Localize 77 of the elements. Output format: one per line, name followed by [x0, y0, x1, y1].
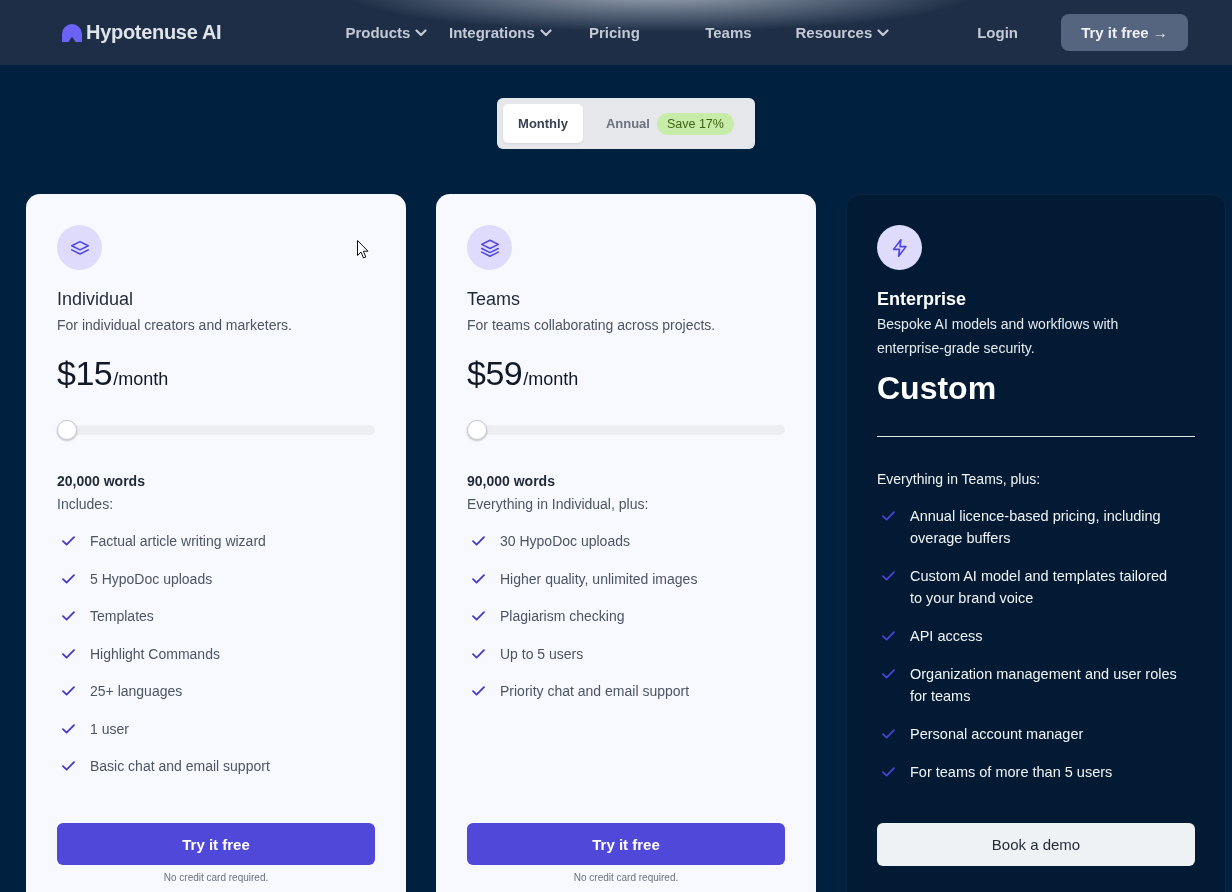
feature-text: Higher quality, unlimited images — [500, 569, 698, 589]
check-icon — [62, 573, 75, 584]
feature-text: 1 user — [90, 719, 129, 739]
login-link[interactable]: Login — [977, 24, 1018, 41]
feature-text: Plagiarism checking — [500, 607, 625, 626]
layers-icon — [57, 225, 102, 270]
slider-track[interactable] — [57, 420, 375, 440]
check-icon — [62, 611, 75, 621]
plan-price: $59 — [467, 354, 523, 392]
check-icon — [882, 631, 895, 641]
word-allowance: 20,000 words — [57, 472, 146, 491]
plan-name: Teams — [467, 288, 521, 311]
plan-name: Individual — [57, 288, 135, 311]
nav-link[interactable]: Pricing — [557, 24, 672, 41]
check-icon — [62, 723, 75, 734]
plan-description: For individual creators and marketers. — [57, 316, 293, 335]
check-icon — [62, 761, 75, 771]
check-icon — [882, 571, 895, 581]
nav-link[interactable]: Integrations — [443, 24, 558, 41]
nav-link[interactable]: Products — [329, 24, 444, 41]
slider-track[interactable] — [467, 420, 785, 440]
feature-text: API access — [910, 627, 983, 646]
logo-icon — [62, 23, 82, 42]
check-icon — [472, 573, 485, 584]
discount-badge: Save 17% — [656, 112, 734, 135]
plan-button[interactable]: Try it free — [57, 823, 375, 865]
feature-text: Annual licence-based pricing, including overage buffers — [910, 507, 1162, 548]
check-icon — [62, 648, 75, 659]
plan-description: Bespoke AI models and workflows with enterprise-grade security. — [877, 315, 1120, 358]
word-allowance: 90,000 words — [467, 472, 556, 491]
check-icon — [472, 536, 485, 546]
check-icon — [472, 686, 485, 696]
feature-text: Up to 5 users — [500, 644, 584, 664]
check-icon — [472, 611, 485, 621]
feature-text: Factual article writing wizard — [90, 532, 266, 551]
plan-description: For teams collaborating across projects. — [467, 316, 717, 335]
check-icon — [882, 511, 895, 521]
check-icon — [882, 729, 895, 739]
feature-text: Organization management and user roles for teams — [910, 665, 1178, 706]
billing-option[interactable]: Monthly — [503, 104, 583, 143]
slider-thumb[interactable] — [57, 420, 77, 440]
plan-price: Custom — [877, 369, 998, 408]
nav-link[interactable]: Resources — [785, 24, 900, 41]
check-icon — [62, 536, 75, 546]
plan-price: $15 — [57, 354, 113, 392]
includes-label: Everything in Teams, plus: — [877, 470, 1042, 489]
check-icon — [472, 648, 485, 659]
feature-text: 25+ languages — [90, 682, 183, 701]
plan-name: Enterprise — [877, 288, 968, 311]
try-free-button[interactable]: Try it free → — [1061, 14, 1188, 51]
feature-text: Highlight Commands — [90, 644, 220, 664]
feature-text: Priority chat and email support — [500, 682, 690, 701]
brand-name[interactable]: Hypotenuse AI — [86, 21, 222, 44]
price-period: /month — [523, 369, 579, 389]
no-card-note: No credit card required. — [162, 871, 270, 885]
billing-option[interactable]: Annual Save 17% — [590, 104, 749, 143]
no-card-note: No credit card required. — [572, 871, 680, 885]
feature-text: Personal account manager — [910, 725, 1084, 744]
feature-text: Templates — [90, 607, 154, 626]
layers-icon — [467, 225, 512, 270]
feature-text: Basic chat and email support — [90, 757, 270, 776]
feature-text: 5 HypoDoc uploads — [90, 569, 213, 589]
feature-text: For teams of more than 5 users — [910, 763, 1113, 782]
check-icon — [882, 767, 895, 777]
nav-link[interactable]: Teams — [671, 24, 786, 41]
includes-label: Everything in Individual, plus: — [467, 495, 650, 514]
check-icon — [882, 669, 895, 679]
slider-thumb[interactable] — [467, 420, 487, 440]
mouse-pointer-icon — [357, 240, 369, 259]
check-icon — [62, 686, 75, 696]
lightning-bolt-icon — [877, 225, 922, 270]
feature-text: 30 HypoDoc uploads — [500, 532, 630, 551]
plan-button[interactable]: Try it free — [467, 823, 785, 865]
price-period: /month — [113, 369, 169, 389]
includes-label: Includes: — [57, 495, 115, 514]
plan-button[interactable]: Book a demo — [877, 823, 1195, 866]
feature-text: Custom AI model and templates tailored to your brand voice — [910, 567, 1169, 608]
